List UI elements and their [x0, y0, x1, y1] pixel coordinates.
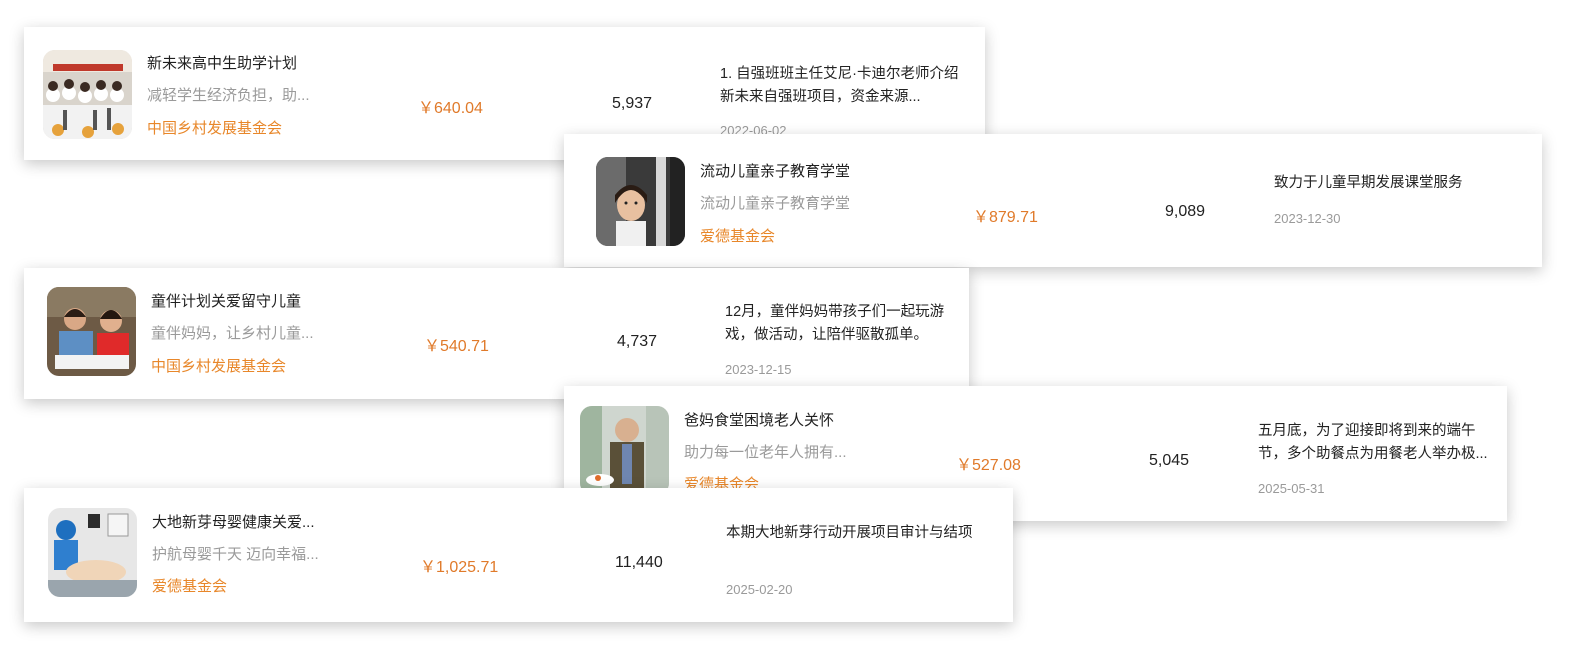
update-date: 2025-02-20 — [726, 582, 793, 597]
organization-name[interactable]: 中国乡村发展基金会 — [151, 355, 286, 376]
latest-update[interactable]: 1. 自强班班主任艾尼·卡迪尔老师介绍新未来自强班项目，资金来源... — [720, 63, 960, 109]
project-title[interactable]: 流动儿童亲子教育学堂 — [700, 160, 850, 181]
project-card[interactable]: 流动儿童亲子教育学堂 流动儿童亲子教育学堂 爱德基金会 ￥879.71 9,08… — [564, 134, 1542, 267]
project-card[interactable]: 童伴计划关爱留守儿童 童伴妈妈，让乡村儿童... 中国乡村发展基金会 ￥540.… — [24, 268, 969, 399]
project-subtitle: 流动儿童亲子教育学堂 — [700, 195, 851, 212]
donor-count: 11,440 — [615, 554, 663, 571]
project-title[interactable]: 童伴计划关爱留守儿童 — [151, 290, 301, 311]
project-subtitle: 减轻学生经济负担，助... — [147, 87, 310, 104]
donation-amount: ￥527.08 — [956, 457, 1021, 474]
update-date: 2025-05-31 — [1258, 481, 1325, 496]
project-image[interactable] — [43, 50, 132, 139]
organization-name[interactable]: 中国乡村发展基金会 — [147, 117, 282, 138]
latest-update[interactable]: 五月底，为了迎接即将到来的端午节，多个助餐点为用餐老人举办极... — [1258, 420, 1498, 466]
update-date: 2023-12-30 — [1274, 211, 1341, 226]
project-image[interactable] — [596, 157, 685, 246]
latest-update[interactable]: 本期大地新芽行动开展项目审计与结项 — [726, 522, 976, 545]
project-image[interactable] — [580, 406, 669, 495]
project-title[interactable]: 新未来高中生助学计划 — [147, 52, 297, 73]
donation-amount: ￥640.04 — [418, 100, 483, 117]
donor-count: 5,045 — [1149, 452, 1190, 469]
project-subtitle: 护航母婴千天 迈向幸福... — [152, 546, 319, 563]
donor-count: 4,737 — [617, 333, 658, 350]
project-title[interactable]: 爸妈食堂困境老人关怀 — [684, 409, 834, 430]
project-subtitle: 助力每一位老年人拥有... — [684, 444, 847, 461]
project-title[interactable]: 大地新芽母婴健康关爱... — [152, 511, 315, 532]
donor-count: 9,089 — [1165, 203, 1206, 220]
donor-count: 5,937 — [612, 95, 653, 112]
update-date: 2023-12-15 — [725, 362, 792, 377]
organization-name[interactable]: 爱德基金会 — [152, 575, 227, 596]
project-card[interactable]: 大地新芽母婴健康关爱... 护航母婴千天 迈向幸福... 爱德基金会 ￥1,02… — [24, 488, 1013, 622]
donation-amount: ￥1,025.71 — [420, 559, 499, 576]
latest-update[interactable]: 12月，童伴妈妈带孩子们一起玩游戏，做活动，让陪伴驱散孤单。 — [725, 301, 955, 347]
latest-update[interactable]: 致力于儿童早期发展课堂服务 — [1274, 172, 1524, 195]
donation-amount: ￥879.71 — [973, 209, 1038, 226]
project-subtitle: 童伴妈妈，让乡村儿童... — [151, 325, 314, 342]
project-image[interactable] — [47, 287, 136, 376]
project-image[interactable] — [48, 508, 137, 597]
organization-name[interactable]: 爱德基金会 — [700, 225, 775, 246]
donation-amount: ￥540.71 — [424, 338, 489, 355]
